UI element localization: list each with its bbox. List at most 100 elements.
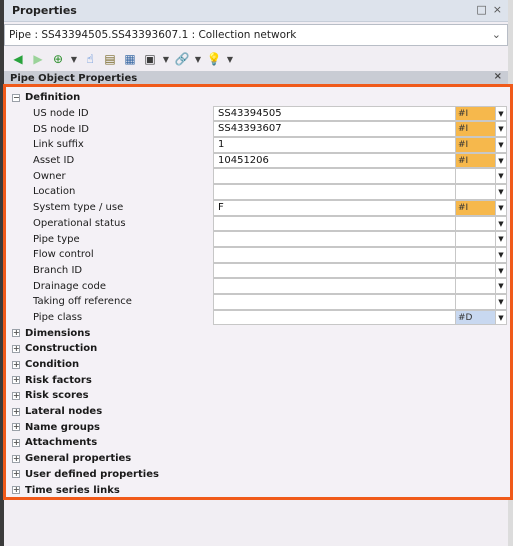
group-row[interactable]: + Construction <box>12 341 504 357</box>
save-dropdown-icon[interactable]: ▼ <box>162 51 170 67</box>
save-icon[interactable]: ▣ <box>142 51 158 67</box>
property-flag-cell[interactable]: #I <box>455 137 495 153</box>
property-value-cell[interactable]: F <box>213 199 455 216</box>
property-label: US node ID <box>33 108 89 120</box>
group-row[interactable]: + Risk factors <box>12 372 504 388</box>
chevron-down-icon[interactable]: ⌄ <box>492 28 501 41</box>
property-row: Owner ▼ <box>12 168 507 185</box>
property-flag-cell[interactable] <box>455 262 495 279</box>
section-header: Pipe Object Properties × <box>4 71 508 85</box>
property-label: Location <box>33 186 76 198</box>
property-flag-cell[interactable]: #I <box>455 105 495 122</box>
dropdown-arrow-icon[interactable]: ▼ <box>495 231 507 247</box>
property-flag-cell[interactable]: #I <box>455 199 495 216</box>
dropdown-arrow-icon[interactable]: ▼ <box>495 262 507 279</box>
group-row[interactable]: + Lateral nodes <box>12 404 504 420</box>
property-flag-cell[interactable] <box>455 278 495 294</box>
dropdown-arrow-icon[interactable]: ▼ <box>495 293 507 310</box>
property-flag-cell[interactable]: #I <box>455 121 495 138</box>
help-icon[interactable]: 💡 <box>206 51 222 67</box>
expand-icon[interactable]: + <box>12 360 20 369</box>
property-value-cell[interactable]: 10451206 <box>213 152 455 169</box>
group-label: Name groups <box>25 421 100 433</box>
section-close-icon[interactable]: × <box>494 71 502 82</box>
group-row[interactable]: + Dimensions <box>12 325 504 341</box>
property-row: Drainage code ▼ <box>12 278 507 294</box>
expand-icon[interactable]: + <box>12 376 20 385</box>
expand-icon[interactable]: + <box>12 423 20 432</box>
panel-title: Properties <box>12 4 77 17</box>
forward-icon[interactable]: ▶ <box>30 51 46 67</box>
dropdown-arrow-icon[interactable]: ▼ <box>495 246 507 263</box>
group-label: Time series links <box>25 484 120 496</box>
property-row: System type / use F #I ▼ <box>12 199 507 216</box>
group-row[interactable]: + General properties <box>12 451 504 467</box>
object-selector[interactable]: Pipe : SS43394505.SS43393607.1 : Collect… <box>4 24 508 46</box>
property-flag-cell[interactable] <box>455 184 495 200</box>
property-flag-cell[interactable] <box>455 168 495 185</box>
property-value-cell[interactable] <box>213 262 455 279</box>
link-icon[interactable]: 🔗 <box>174 51 190 67</box>
dropdown-arrow-icon[interactable]: ▼ <box>495 152 507 169</box>
property-flag-cell[interactable] <box>455 231 495 247</box>
property-flag-cell[interactable]: #I <box>455 152 495 169</box>
property-flag-cell[interactable] <box>455 246 495 263</box>
property-row: Location ▼ <box>12 184 507 200</box>
property-flag-cell[interactable]: #D <box>455 309 495 326</box>
expand-icon[interactable]: + <box>12 344 20 353</box>
dropdown-arrow-icon[interactable]: ▼ <box>495 168 507 185</box>
property-value-cell[interactable]: 1 <box>213 137 455 153</box>
group-row[interactable]: + Attachments <box>12 435 504 451</box>
expand-icon[interactable]: + <box>12 486 20 495</box>
property-value-cell[interactable] <box>213 231 455 247</box>
dropdown-arrow-icon[interactable]: ▼ <box>495 278 507 294</box>
property-value-cell[interactable] <box>213 293 455 310</box>
expand-icon[interactable]: + <box>12 391 20 400</box>
property-value-cell[interactable] <box>213 215 455 232</box>
expand-icon[interactable]: + <box>12 329 20 338</box>
group-row[interactable]: + User defined properties <box>12 467 504 483</box>
property-label: Pipe class <box>33 311 83 323</box>
group-row[interactable]: + Name groups <box>12 419 504 435</box>
expand-icon[interactable]: + <box>12 438 20 447</box>
grid-icon[interactable]: ▦ <box>122 51 138 67</box>
collapse-icon[interactable]: − <box>12 93 20 102</box>
group-definition[interactable]: − Definition <box>12 90 504 106</box>
notes-icon[interactable]: ▤ <box>102 51 118 67</box>
dropdown-arrow-icon[interactable]: ▼ <box>495 105 507 122</box>
maximize-icon[interactable]: □ <box>476 3 486 16</box>
expand-icon[interactable]: + <box>12 454 20 463</box>
property-label: Link suffix <box>33 139 84 151</box>
dropdown-arrow-icon[interactable]: ▼ <box>495 309 507 326</box>
dropdown-arrow-icon[interactable]: ▼ <box>495 121 507 138</box>
dropdown-arrow-icon[interactable]: ▼ <box>495 184 507 200</box>
property-flag-cell[interactable] <box>455 293 495 310</box>
property-value-cell[interactable] <box>213 278 455 294</box>
property-row: Flow control ▼ <box>12 246 507 263</box>
group-label: Definition <box>25 92 81 104</box>
dropdown-arrow-icon[interactable]: ▼ <box>495 199 507 216</box>
link-dropdown-icon[interactable]: ▼ <box>194 51 202 67</box>
help-dropdown-icon[interactable]: ▼ <box>226 51 234 67</box>
property-flag-cell[interactable] <box>455 215 495 232</box>
refresh-icon[interactable]: ⊕ <box>50 51 66 67</box>
expand-icon[interactable]: + <box>12 470 20 479</box>
property-value-cell[interactable] <box>213 168 455 185</box>
group-row[interactable]: + Time series links <box>12 482 504 498</box>
property-label: Asset ID <box>33 155 75 167</box>
refresh-dropdown-icon[interactable]: ▼ <box>70 51 78 67</box>
close-icon[interactable]: × <box>493 3 502 16</box>
expand-icon[interactable]: + <box>12 407 20 416</box>
property-value-cell[interactable]: SS43393607 <box>213 121 455 138</box>
back-icon[interactable]: ◀ <box>10 51 26 67</box>
pointer-icon[interactable]: ☝ <box>82 51 98 67</box>
group-row[interactable]: + Risk scores <box>12 388 504 404</box>
dropdown-arrow-icon[interactable]: ▼ <box>495 215 507 232</box>
property-value-cell[interactable] <box>213 309 455 326</box>
panel-titlebar: Properties □ × <box>4 0 508 22</box>
dropdown-arrow-icon[interactable]: ▼ <box>495 137 507 153</box>
group-row[interactable]: + Condition <box>12 357 504 373</box>
property-value-cell[interactable]: SS43394505 <box>213 105 455 122</box>
property-value-cell[interactable] <box>213 184 455 200</box>
property-value-cell[interactable] <box>213 246 455 263</box>
